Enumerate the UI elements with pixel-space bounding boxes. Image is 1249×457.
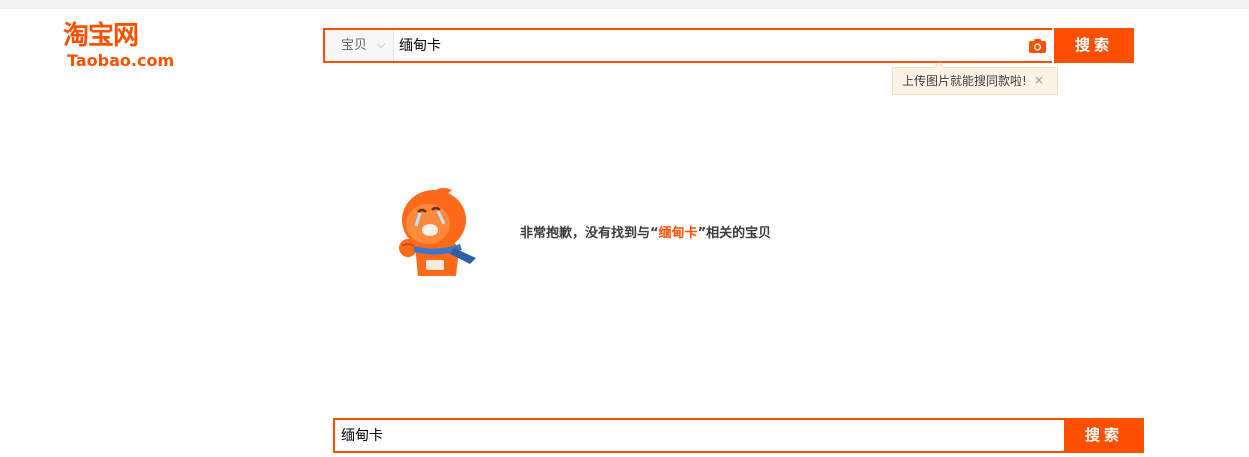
category-label: 宝贝 bbox=[341, 38, 368, 53]
no-result-keyword: 缅甸卡 bbox=[658, 226, 698, 241]
top-search-bar: 宝贝 ⌵ 缅甸卡 搜索 bbox=[323, 28, 1134, 63]
taobao-logo[interactable]: 淘宝网 Taobao.com bbox=[63, 20, 175, 72]
top-search-button[interactable]: 搜索 bbox=[1054, 28, 1134, 63]
chevron-down-icon: ⌵ bbox=[377, 38, 386, 51]
no-result-message: 非常抱歉，没有找到与“缅甸卡”相关的宝贝 bbox=[520, 225, 771, 243]
bottom-search-button[interactable]: 搜索 bbox=[1064, 418, 1144, 453]
close-icon[interactable]: × bbox=[1034, 73, 1044, 87]
no-result-prefix: 非常抱歉，没有找到与“ bbox=[520, 226, 659, 241]
logo-cn-text: 淘宝网 bbox=[63, 21, 139, 51]
category-dropdown[interactable]: 宝贝 ⌵ bbox=[325, 30, 394, 61]
top-strip bbox=[0, 0, 1249, 9]
no-result-suffix: ”相关的宝贝 bbox=[697, 226, 772, 241]
logo-en-text: Taobao.com bbox=[67, 51, 175, 70]
camera-icon[interactable] bbox=[1029, 39, 1046, 53]
bottom-search-box: 缅甸卡 bbox=[333, 418, 1064, 453]
image-search-tooltip: 上传图片就能搜同款啦! × bbox=[892, 62, 1058, 95]
top-search-input[interactable]: 缅甸卡 bbox=[399, 38, 441, 54]
crying-mascot-illustration bbox=[399, 188, 476, 276]
bottom-search-input[interactable]: 缅甸卡 bbox=[341, 428, 383, 444]
tooltip-arrow bbox=[933, 62, 945, 68]
tooltip-text: 上传图片就能搜同款啦! bbox=[902, 74, 1027, 88]
bottom-search-bar: 缅甸卡 搜索 bbox=[333, 418, 1144, 453]
top-search-box: 宝贝 ⌵ 缅甸卡 bbox=[323, 28, 1052, 63]
